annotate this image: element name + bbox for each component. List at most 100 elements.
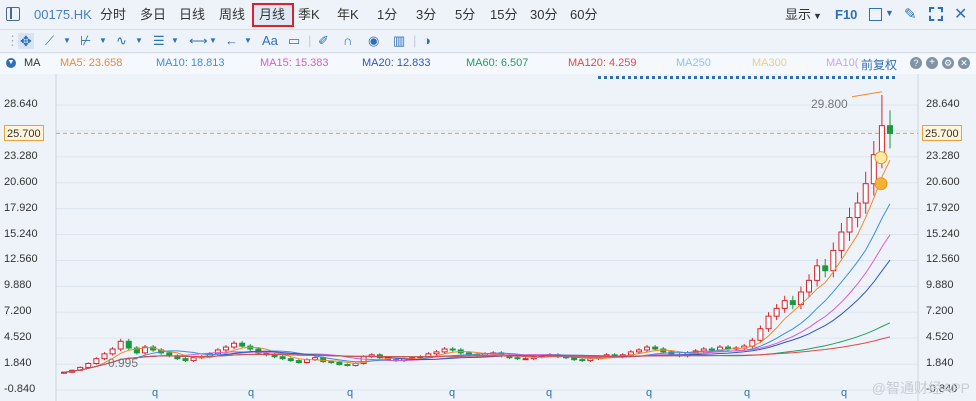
brush-icon[interactable]: ✐ bbox=[318, 33, 329, 49]
pen-icon[interactable]: ✎ bbox=[904, 5, 917, 23]
candle-body bbox=[522, 358, 529, 361]
chevron-down-icon[interactable]: ▼ bbox=[99, 33, 107, 49]
period-tab-year[interactable]: 年K bbox=[337, 7, 359, 23]
event-marker bbox=[868, 76, 871, 79]
collapse-icon[interactable]: ▼ bbox=[6, 58, 16, 68]
help-icon[interactable]: ? bbox=[910, 57, 922, 69]
event-marker bbox=[718, 76, 721, 79]
event-marker bbox=[670, 76, 673, 79]
candle-body bbox=[830, 249, 837, 272]
candle-body bbox=[822, 265, 829, 272]
event-marker bbox=[712, 76, 715, 79]
period-tab-week[interactable]: 周线 bbox=[219, 7, 245, 23]
candle-body bbox=[101, 353, 108, 360]
display-menu[interactable]: 显示 ▼ bbox=[785, 7, 822, 23]
candle-body bbox=[773, 307, 780, 317]
f10-button[interactable]: F10 bbox=[835, 7, 857, 23]
candle-body bbox=[231, 342, 238, 348]
period-tab-month[interactable]: 月线 bbox=[259, 7, 285, 23]
move-crosshair-icon[interactable]: ✥ bbox=[18, 33, 34, 49]
y-tick-left: 7.200 bbox=[4, 305, 32, 318]
event-marker bbox=[850, 76, 853, 79]
event-marker bbox=[754, 76, 757, 79]
y-tick-left: 17.920 bbox=[4, 201, 38, 214]
current-price-tag-left: 25.700 bbox=[4, 125, 44, 141]
magnet-icon[interactable]: ∩ bbox=[343, 33, 352, 49]
channel-tool-icon[interactable]: ⊬ bbox=[80, 33, 91, 49]
fullscreen-icon[interactable] bbox=[929, 7, 943, 21]
candle-body bbox=[838, 231, 845, 251]
period-marker[interactable]: q bbox=[152, 387, 158, 399]
candle-body bbox=[344, 363, 351, 366]
chevron-down-icon[interactable]: ▼ bbox=[171, 33, 179, 49]
period-tab-day[interactable]: 日线 bbox=[179, 7, 205, 23]
period-tab-1min[interactable]: 1分 bbox=[377, 7, 397, 23]
candle-body bbox=[579, 359, 586, 362]
event-marker bbox=[874, 76, 877, 79]
line-tool-icon[interactable]: ⟋ bbox=[45, 33, 54, 49]
adjust-mode-button[interactable]: 前复权 bbox=[861, 56, 897, 73]
event-marker bbox=[760, 76, 763, 79]
divider: | bbox=[413, 33, 417, 48]
event-marker bbox=[622, 76, 625, 79]
period-tab-3min[interactable]: 3分 bbox=[416, 7, 436, 23]
candle-body bbox=[125, 340, 132, 349]
candle-body bbox=[166, 352, 173, 357]
close-icon[interactable]: ✕ bbox=[954, 4, 967, 24]
arrow-tool-icon[interactable]: ← bbox=[225, 33, 238, 49]
event-marker bbox=[790, 76, 793, 79]
candle-body bbox=[878, 125, 885, 156]
period-tab-60min[interactable]: 60分 bbox=[570, 7, 597, 23]
ma20-label: MA20: 12.833 bbox=[362, 57, 431, 69]
period-marker[interactable]: q bbox=[841, 387, 847, 399]
sidebar-toggle-icon[interactable] bbox=[6, 7, 20, 21]
period-tab-30min[interactable]: 30分 bbox=[530, 7, 557, 23]
add-icon[interactable]: + bbox=[926, 57, 938, 69]
candle-body bbox=[514, 357, 521, 360]
text-tool[interactable]: Aa bbox=[262, 33, 278, 49]
period-marker[interactable]: q bbox=[248, 387, 254, 399]
main-indicator-label: MA bbox=[24, 57, 41, 69]
period-tab-15min[interactable]: 15分 bbox=[490, 7, 517, 23]
event-marker bbox=[844, 76, 847, 79]
chevron-down-icon[interactable]: ▼ bbox=[209, 33, 217, 49]
period-marker[interactable]: q bbox=[347, 387, 353, 399]
period-marker[interactable]: q bbox=[744, 387, 750, 399]
event-marker bbox=[748, 76, 751, 79]
chevron-down-icon[interactable]: ▼ bbox=[63, 33, 71, 49]
trash-icon[interactable]: ▥ bbox=[393, 33, 405, 49]
ma250-label: MA250 bbox=[676, 57, 711, 69]
period-tab-fenshi[interactable]: 分时 bbox=[100, 7, 126, 23]
event-marker bbox=[862, 76, 865, 79]
kline-svg[interactable]: qqqqqqqq bbox=[0, 74, 976, 401]
period-tab-duori[interactable]: 多日 bbox=[140, 7, 166, 23]
y-tick-left: 20.600 bbox=[4, 175, 38, 188]
settings-icon[interactable]: ⚙ bbox=[942, 57, 954, 69]
kline-chart[interactable]: qqqqqqqq 28.64028.64025.96023.28023.2802… bbox=[0, 74, 976, 401]
event-marker bbox=[688, 76, 691, 79]
compare-icon[interactable]: ◑ bbox=[423, 33, 431, 49]
wave-tool-icon[interactable]: ∿ bbox=[116, 33, 127, 49]
fib-tool-icon[interactable]: ☰ bbox=[153, 33, 165, 49]
event-marker bbox=[808, 76, 811, 79]
candle-body bbox=[239, 342, 246, 347]
period-marker[interactable]: q bbox=[546, 387, 552, 399]
period-marker[interactable]: q bbox=[449, 387, 455, 399]
candle-body bbox=[708, 348, 715, 351]
range-tool-icon[interactable]: ⟷ bbox=[189, 33, 208, 49]
event-marker bbox=[880, 76, 883, 79]
ma60-line bbox=[63, 322, 891, 373]
chevron-down-icon[interactable]: ▼ bbox=[244, 33, 252, 49]
event-marker bbox=[832, 76, 835, 79]
event-marker bbox=[628, 76, 631, 79]
eye-icon[interactable]: ◉ bbox=[368, 33, 379, 49]
comment-icon[interactable]: ▭ bbox=[288, 33, 300, 49]
period-tab-5min[interactable]: 5分 bbox=[455, 7, 475, 23]
chevron-down-icon[interactable]: ▼ bbox=[885, 8, 894, 18]
layout-select-icon[interactable] bbox=[869, 8, 882, 21]
chevron-down-icon[interactable]: ▼ bbox=[135, 33, 143, 49]
period-tab-quarter[interactable]: 季K bbox=[298, 7, 320, 23]
period-marker[interactable]: q bbox=[646, 387, 652, 399]
event-marker bbox=[802, 76, 805, 79]
close-indicator-icon[interactable]: ✕ bbox=[958, 57, 970, 69]
